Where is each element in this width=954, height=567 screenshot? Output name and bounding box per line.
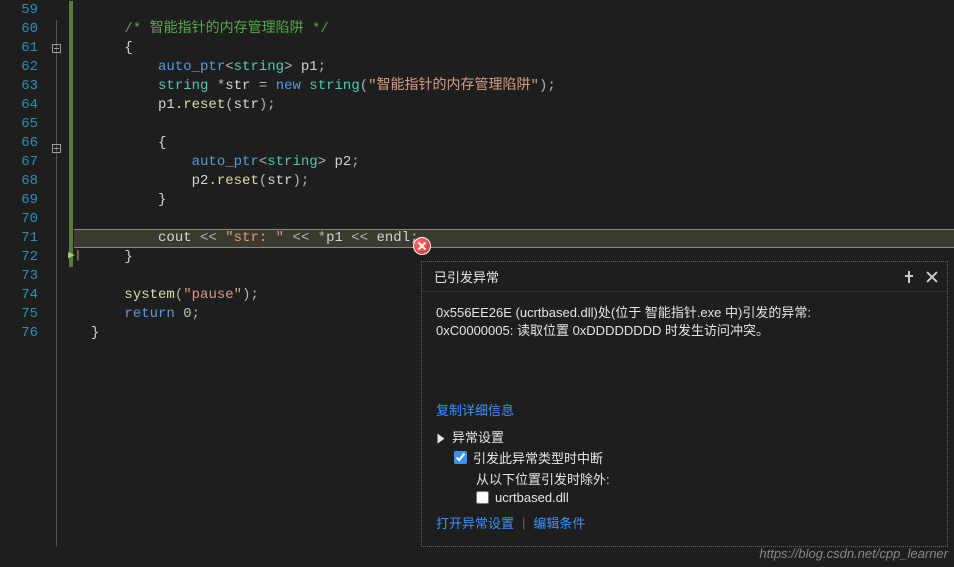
line-number: 75 (0, 305, 38, 324)
line-number: 59 (0, 1, 38, 20)
line-number: 62 (0, 58, 38, 77)
line-number-gutter: 59 60 61 62 63 64 65 66 67 68 69 70 71 7… (0, 0, 48, 567)
except-from-label: 从以下位置引发时除外: (476, 469, 933, 488)
line-number: 60 (0, 20, 38, 39)
line-number: 74 (0, 286, 38, 305)
line-number: 65 (0, 115, 38, 134)
line-number: 67 (0, 153, 38, 172)
line-number: 61 (0, 39, 38, 58)
fold-column (48, 0, 68, 567)
line-number: 71 (0, 229, 38, 248)
collapse-arrow-icon[interactable]: ▶ (438, 430, 445, 446)
dll-except-checkbox[interactable] (476, 491, 489, 504)
pin-icon[interactable] (903, 271, 915, 283)
fold-toggle-icon[interactable] (52, 44, 61, 53)
line-number: 73 (0, 267, 38, 286)
line-number: 72 (0, 248, 38, 267)
popup-title: 已引发异常 (434, 267, 903, 286)
dll-except-label: ucrtbased.dll (495, 490, 569, 505)
line-number: 63 (0, 77, 38, 96)
fold-toggle-icon[interactable] (52, 144, 61, 153)
close-icon[interactable] (925, 270, 939, 284)
exception-popup: 已引发异常 0x556EE26E (ucrtbased.dll)处(位于 智能指… (421, 261, 948, 547)
break-on-exception-label: 引发此异常类型时中断 (473, 448, 603, 467)
popup-header: 已引发异常 (422, 262, 947, 292)
line-number: 76 (0, 324, 38, 343)
exception-settings-label: 异常设置 (452, 430, 504, 445)
code-comment: /* 智能指针的内存管理陷阱 */ (124, 21, 328, 37)
execution-pointer-icon: ▶| (68, 248, 81, 262)
line-number: 69 (0, 191, 38, 210)
open-exception-settings-link[interactable]: 打开异常设置 (436, 513, 514, 532)
copy-details-link[interactable]: 复制详细信息 (436, 400, 933, 419)
break-on-exception-checkbox[interactable] (454, 451, 467, 464)
line-number: 68 (0, 172, 38, 191)
watermark-text: https://blog.csdn.net/cpp_learner (759, 546, 948, 561)
error-badge-icon[interactable] (413, 237, 431, 255)
line-number: 64 (0, 96, 38, 115)
line-number: 70 (0, 210, 38, 229)
edit-conditions-link[interactable]: 编辑条件 (533, 513, 585, 532)
exception-message: 0x556EE26E (ucrtbased.dll)处(位于 智能指针.exe … (436, 304, 933, 340)
line-number: 66 (0, 134, 38, 153)
